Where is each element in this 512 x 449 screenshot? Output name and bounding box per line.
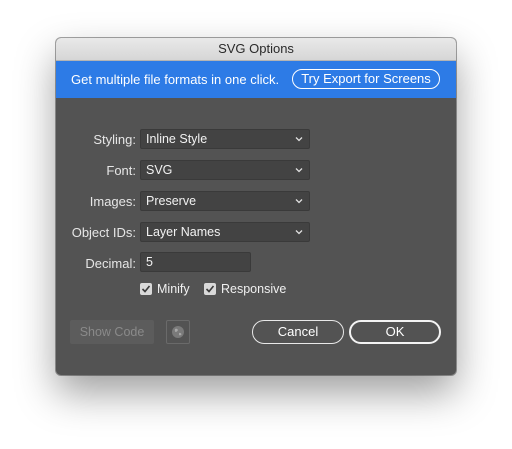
styling-value: Inline Style — [146, 132, 208, 146]
object-ids-value: Layer Names — [146, 225, 221, 239]
font-value: SVG — [146, 163, 173, 177]
images-value: Preserve — [146, 194, 197, 208]
dialog-title: SVG Options — [56, 38, 456, 61]
images-select[interactable]: Preserve — [140, 191, 310, 211]
svg-options-dialog: SVG Options Get multiple file formats in… — [56, 38, 456, 375]
globe-icon — [172, 326, 184, 338]
minify-label: Minify — [157, 282, 190, 296]
chevron-down-icon — [295, 199, 303, 204]
checkmark-icon — [205, 285, 215, 293]
font-label: Font: — [106, 163, 136, 178]
cancel-button[interactable]: Cancel — [252, 320, 344, 344]
images-label: Images: — [89, 194, 136, 209]
decimal-label: Decimal: — [85, 256, 136, 271]
show-code-button[interactable]: Show Code — [70, 320, 154, 344]
responsive-checkbox[interactable] — [204, 283, 216, 295]
font-select[interactable]: SVG — [140, 160, 310, 180]
ok-button[interactable]: OK — [349, 320, 441, 344]
responsive-label: Responsive — [221, 282, 287, 296]
object-ids-select[interactable]: Layer Names — [140, 222, 310, 242]
promo-text: Get multiple file formats in one click. — [71, 72, 280, 87]
object-ids-label: Object IDs: — [71, 225, 136, 240]
styling-label: Styling: — [93, 132, 136, 147]
chevron-down-icon — [295, 137, 303, 142]
checkmark-icon — [141, 285, 151, 293]
try-export-for-screens-button[interactable]: Try Export for Screens — [292, 69, 440, 89]
chevron-down-icon — [295, 230, 303, 235]
styling-select[interactable]: Inline Style — [140, 129, 310, 149]
web-preview-button[interactable] — [166, 320, 190, 344]
minify-checkbox[interactable] — [140, 283, 152, 295]
chevron-down-icon — [295, 168, 303, 173]
promo-banner: Get multiple file formats in one click. … — [56, 61, 456, 98]
decimal-input[interactable]: 5 — [140, 252, 251, 272]
